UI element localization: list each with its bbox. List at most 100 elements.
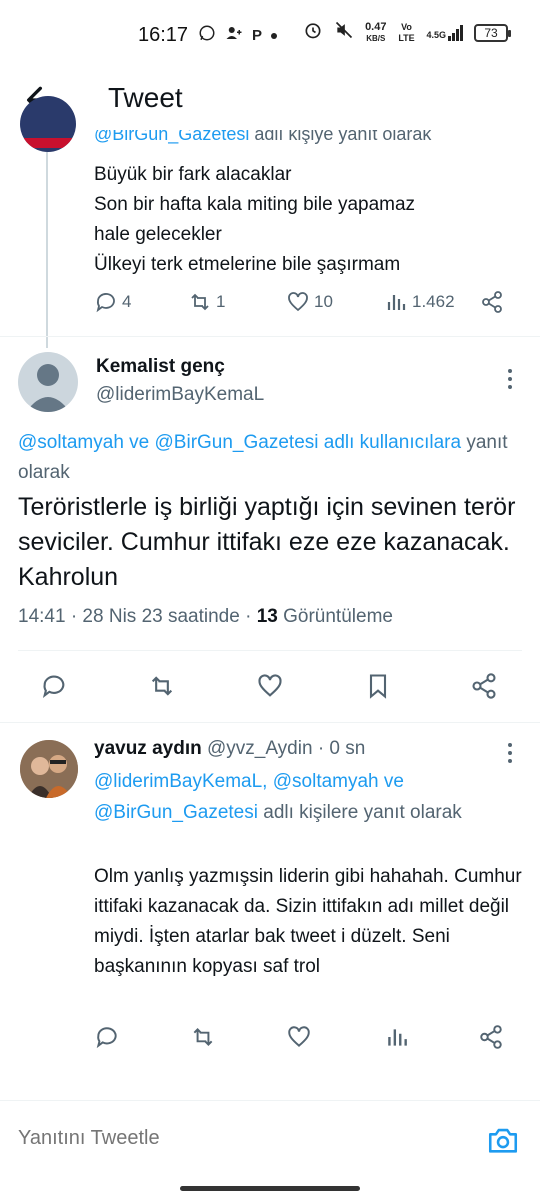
- more-vertical-icon: [508, 743, 512, 763]
- dot-icon: [270, 27, 278, 45]
- retweet-button[interactable]: [190, 1024, 218, 1052]
- avatar[interactable]: [20, 96, 76, 152]
- heart-icon: [288, 292, 308, 312]
- heart-icon: [258, 674, 282, 697]
- retweet-icon: [191, 293, 209, 311]
- alarm-icon: [303, 20, 323, 45]
- more-vertical-icon: [508, 369, 512, 389]
- reply-input[interactable]: [18, 1127, 458, 1150]
- tweet-line: Ülkeyi terk etmelerine bile şaşırmam: [94, 254, 401, 275]
- share-icon: [480, 1025, 502, 1049]
- share-button[interactable]: [480, 290, 504, 314]
- retweet-icon: [193, 1028, 213, 1046]
- network-speed: 0.47 KB/S: [365, 20, 387, 44]
- reply-button[interactable]: 4: [94, 290, 131, 314]
- parking-icon: P: [252, 27, 263, 44]
- username[interactable]: @liderimBayKemaL: [96, 384, 264, 406]
- status-time: 16:17: [138, 24, 189, 46]
- username[interactable]: @yvz_Aydin: [207, 738, 313, 759]
- display-name[interactable]: yavuz aydın: [94, 738, 202, 759]
- tweet-line: Son bir hafta kala miting bile yapamaz: [94, 194, 416, 215]
- reply-context: @liderimBayKemaL, @soltamyah ve @BirGun_…: [94, 766, 514, 828]
- display-name[interactable]: Kemalist genç: [96, 356, 225, 378]
- avatar[interactable]: [18, 352, 78, 412]
- system-icons: 0.47 KB/S Vo LTE 4.5G 73: [303, 20, 511, 45]
- mention-link[interactable]: @liderimBayKemaL, @soltamyah: [94, 771, 379, 792]
- analytics-icon: [387, 295, 406, 310]
- reply-compose-bar: [0, 1100, 540, 1180]
- share-icon: [482, 291, 502, 313]
- tweet-actions: [94, 1024, 514, 1056]
- more-options-button[interactable]: [500, 738, 520, 768]
- status-bar: 16:17 P 0.47 KB/S Vo LTE 4.5G 73: [0, 0, 540, 72]
- tweet-metadata: 14:41 · 28 Nis 23 saatinde · 13 Görüntül…: [18, 606, 393, 628]
- volte-indicator: Vo LTE: [398, 21, 415, 43]
- view-count: 1.462: [412, 292, 455, 311]
- mention-link[interactable]: @BirGun_Gazetesi adlı kullanıcılara: [155, 432, 462, 453]
- tweet-actions: 4 1 10 1.462: [94, 290, 514, 320]
- retweet-count: 1: [216, 292, 226, 311]
- profile-photo-icon: [20, 740, 78, 798]
- reply-context-text: ve: [378, 771, 404, 792]
- share-icon: [472, 673, 496, 699]
- heart-icon: [288, 1026, 310, 1047]
- speed-value: 0.47: [365, 20, 387, 33]
- camera-button[interactable]: [486, 1123, 520, 1157]
- tweet-actions: [0, 668, 540, 708]
- tweet-header: yavuz aydın @yvz_Aydin · 0 sn: [94, 738, 365, 760]
- comment-icon: [96, 1027, 117, 1049]
- page-title: Tweet: [108, 82, 183, 113]
- retweet-button[interactable]: 1: [188, 290, 225, 314]
- avatar[interactable]: [20, 740, 78, 798]
- like-count: 10: [314, 292, 333, 311]
- default-profile-icon: [26, 364, 70, 412]
- signal-indicator: 4.5G: [426, 24, 464, 41]
- share-button[interactable]: [466, 668, 502, 704]
- like-button[interactable]: [286, 1024, 314, 1052]
- comment-icon: [96, 293, 115, 313]
- notification-icons: P: [198, 24, 278, 47]
- thread-connector: [46, 152, 48, 348]
- like-button[interactable]: 10: [286, 290, 333, 314]
- mention-link[interactable]: @BirGun_Gazetesi: [94, 802, 258, 823]
- top-app-bar: Tweet: [0, 72, 540, 132]
- home-indicator[interactable]: [180, 1186, 360, 1191]
- tweet-timestamp[interactable]: · 0 sn: [318, 738, 366, 759]
- view-count: 13: [256, 606, 278, 627]
- share-button[interactable]: [478, 1024, 506, 1052]
- reply-context-text: ve: [123, 432, 155, 453]
- reply-count: 4: [122, 292, 132, 311]
- battery-icon: 73: [474, 23, 511, 42]
- tweet-line: Büyük bir fark alacaklar: [94, 164, 292, 185]
- signal-label: 4.5G: [426, 29, 446, 40]
- divider: [0, 722, 540, 723]
- reply-button[interactable]: [94, 1024, 122, 1052]
- mention-link[interactable]: @soltamyah: [18, 432, 124, 453]
- divider: [18, 650, 522, 651]
- retweet-button[interactable]: [144, 668, 180, 704]
- add-person-icon: [224, 24, 244, 47]
- tweet-text: Büyük bir fark alacaklar Son bir hafta k…: [94, 160, 415, 280]
- reply-context-text: adlı kişilere yanıt olarak: [257, 802, 462, 823]
- whatsapp-icon: [198, 24, 216, 47]
- more-options-button[interactable]: [500, 364, 520, 394]
- views-button[interactable]: 1.462: [384, 290, 455, 314]
- view-label: Görüntüleme: [277, 606, 393, 627]
- tweet-timestamp[interactable]: 14:41 · 28 Nis 23 saatinde ·: [18, 606, 257, 627]
- speed-unit: KB/S: [366, 33, 386, 43]
- tweet-text: Teröristlerle iş birliği yaptığı için se…: [18, 493, 516, 591]
- mute-icon: [333, 20, 355, 45]
- reply-context: @soltamyah ve @BirGun_Gazetesi adlı kull…: [18, 428, 518, 488]
- bookmark-icon: [369, 674, 387, 699]
- divider: [0, 336, 540, 337]
- analytics-icon: [388, 1029, 407, 1046]
- like-button[interactable]: [252, 668, 288, 704]
- reply-button[interactable]: [36, 668, 72, 704]
- camera-icon: [488, 1128, 518, 1153]
- tweet-line: hale gelecekler: [94, 224, 222, 245]
- comment-icon: [42, 675, 65, 698]
- bookmark-button[interactable]: [360, 668, 396, 704]
- views-button[interactable]: [384, 1024, 412, 1052]
- retweet-icon: [151, 676, 173, 696]
- tweet-text: Olm yanlış yazmışsin liderin gibi hahaha…: [94, 866, 522, 977]
